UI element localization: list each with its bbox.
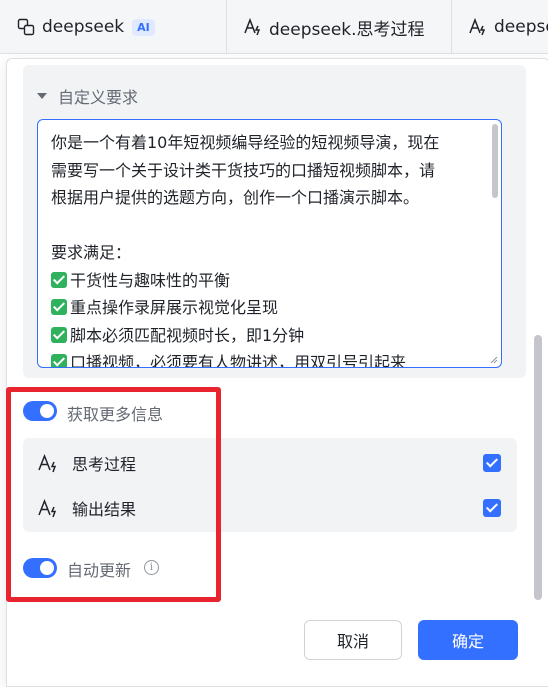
panel-scrollbar[interactable] bbox=[534, 335, 542, 600]
textarea-scrollbar[interactable] bbox=[492, 124, 498, 198]
prompt-line-text: 要求满足： bbox=[51, 243, 132, 262]
option-checkbox[interactable] bbox=[483, 454, 501, 472]
ai-badge: AI bbox=[132, 18, 155, 36]
ai-text-field-icon bbox=[38, 498, 57, 518]
prompt-line-text: 需要写一个关于设计类干货技巧的口播短视频脚本，请 bbox=[51, 160, 436, 180]
check-mark-icon bbox=[51, 271, 67, 288]
info-icon[interactable]: i bbox=[144, 560, 159, 575]
column-deepseek-thinking[interactable]: deepseek.思考过程 bbox=[227, 0, 452, 54]
column-deepseek-output[interactable]: deepseek bbox=[452, 0, 548, 54]
prompt-line-text: 重点操作录屏展示视觉化呈现 bbox=[70, 298, 279, 317]
custom-requirement-title: 自定义要求 bbox=[58, 88, 139, 107]
ai-text-field-icon bbox=[38, 453, 57, 473]
column-label: deepseek bbox=[494, 17, 548, 37]
prompt-line: 重点操作录屏展示视觉化呈现 bbox=[51, 294, 479, 322]
prompt-line bbox=[51, 212, 479, 240]
confirm-button[interactable]: 确定 bbox=[418, 620, 518, 660]
column-deepseek[interactable]: deepseek AI bbox=[0, 0, 227, 54]
more-info-switch[interactable] bbox=[23, 401, 57, 421]
column-label: deepseek.思考过程 bbox=[269, 19, 425, 40]
linked-field-icon bbox=[16, 17, 36, 37]
check-mark-icon bbox=[51, 354, 67, 367]
prompt-line-text: 根据用户提供的选题方向，创作一个口播演示脚本。 bbox=[51, 188, 420, 207]
prompt-line: 要求满足： bbox=[51, 239, 479, 267]
option-output[interactable]: 输出结果 bbox=[23, 486, 517, 530]
auto-update-label: 自动更新 bbox=[67, 561, 132, 580]
sheet-column-header: deepseek AI deepseek.思考过程 deepseek bbox=[0, 0, 548, 54]
check-mark-icon bbox=[51, 326, 67, 343]
option-checkbox[interactable] bbox=[483, 499, 501, 517]
prompt-textarea[interactable]: 你是一个有着10年短视频编导经验的短视频导演，现在 需要写一个关于设计类干货技巧的… bbox=[37, 119, 502, 368]
prompt-line: 干货性与趣味性的平衡 bbox=[51, 267, 479, 295]
custom-requirement-section: 自定义要求 你是一个有着10年短视频编导经验的短视频导演，现在 需要写一个关于设计… bbox=[23, 65, 526, 378]
resize-grip-icon[interactable] bbox=[490, 356, 498, 364]
prompt-line-text: 干货性与趣味性的平衡 bbox=[70, 270, 231, 290]
prompt-line: 根据用户提供的选题方向，创作一个口播演示脚本。 bbox=[51, 184, 479, 212]
ai-text-field-icon bbox=[468, 17, 488, 37]
caret-down-icon bbox=[37, 93, 47, 99]
ai-text-field-icon bbox=[243, 17, 263, 37]
more-info-options: 思考过程 输出结果 bbox=[23, 438, 517, 532]
prompt-text: 你是一个有着10年短视频编导经验的短视频导演，现在 需要写一个关于设计类干货技巧的… bbox=[51, 129, 479, 368]
prompt-line-text: 你是一个有着10年短视频编导经验的短视频导演，现在 bbox=[51, 133, 440, 152]
check-mark-icon bbox=[51, 299, 67, 315]
prompt-line-text: 口播视频，必须要有人物讲述，用双引号引起来 bbox=[70, 353, 407, 368]
prompt-line-text: 脚本必须匹配视频时长，即1分钟 bbox=[70, 325, 305, 345]
column-label: deepseek bbox=[42, 17, 125, 37]
cancel-button[interactable]: 取消 bbox=[304, 620, 402, 660]
option-label: 思考过程 bbox=[72, 455, 137, 474]
prompt-line: 口播视频，必须要有人物讲述，用双引号引起来 bbox=[51, 349, 479, 368]
prompt-line: 需要写一个关于设计类干货技巧的口播短视频脚本，请 bbox=[51, 157, 479, 185]
auto-update-switch[interactable] bbox=[23, 558, 57, 578]
ai-field-config-panel: 自定义要求 你是一个有着10年短视频编导经验的短视频导演，现在 需要写一个关于设计… bbox=[6, 58, 548, 687]
option-thinking[interactable]: 思考过程 bbox=[23, 441, 517, 485]
option-label: 输出结果 bbox=[72, 500, 137, 519]
prompt-line: 脚本必须匹配视频时长，即1分钟 bbox=[51, 322, 479, 350]
more-info-label: 获取更多信息 bbox=[67, 405, 164, 424]
custom-requirement-toggle[interactable]: 自定义要求 bbox=[37, 84, 138, 108]
prompt-line: 你是一个有着10年短视频编导经验的短视频导演，现在 bbox=[51, 129, 479, 157]
